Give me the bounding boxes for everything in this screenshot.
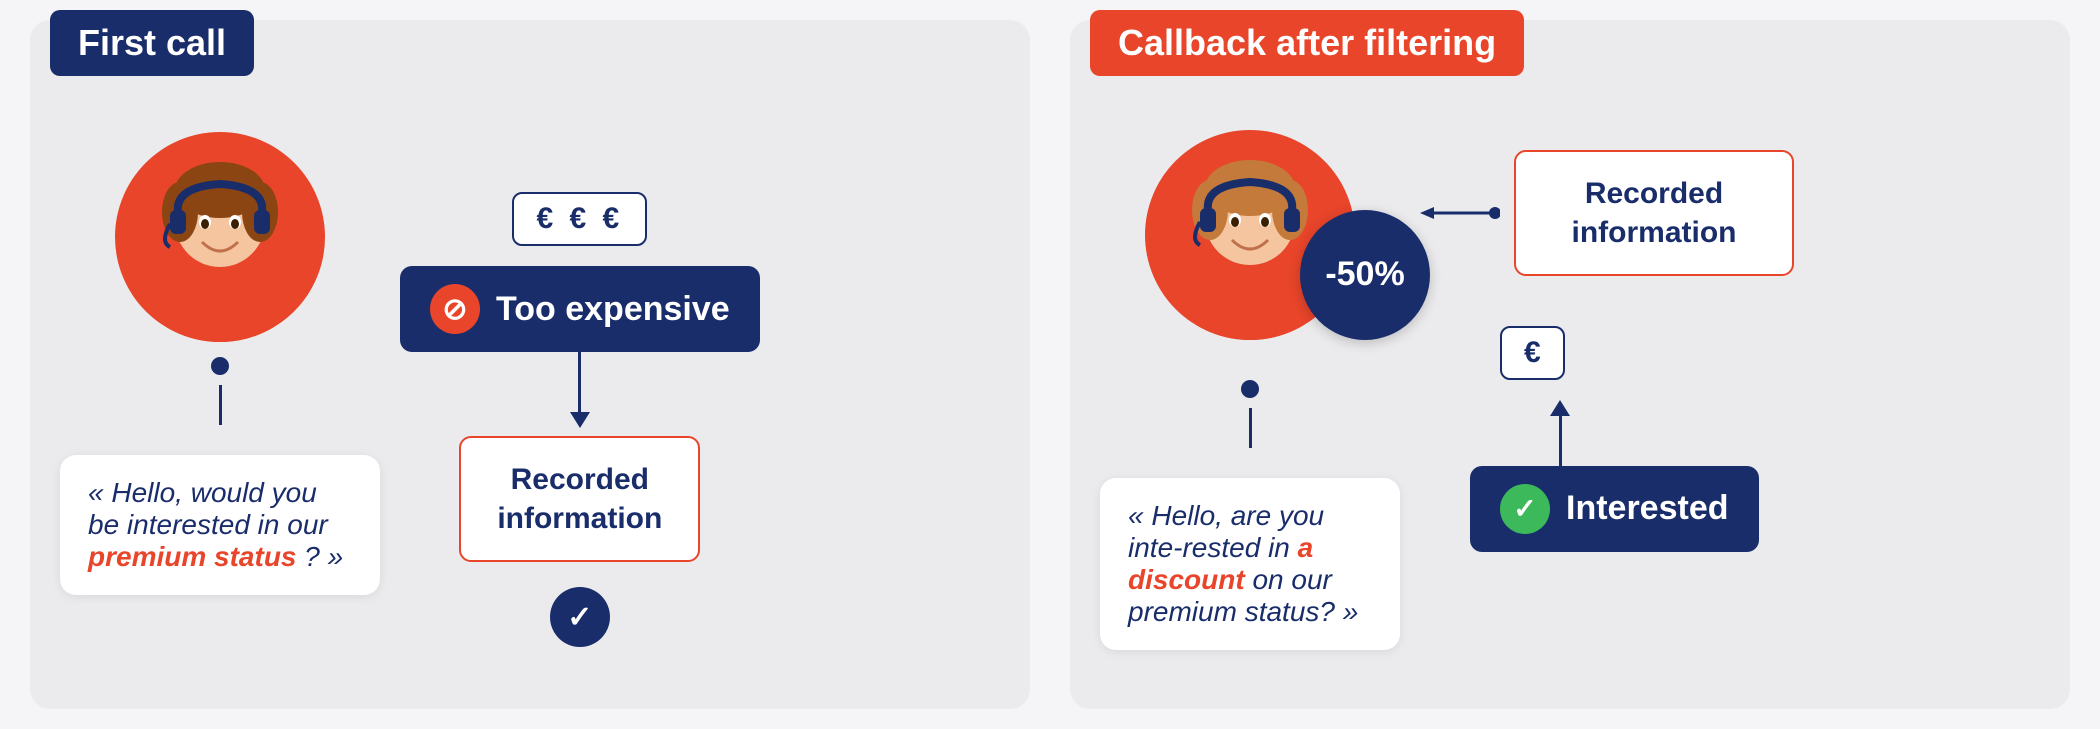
speech-bubble-right: « Hello, are you inte-rested in a discou… xyxy=(1100,478,1400,650)
interested-tag: Interested xyxy=(1470,466,1759,552)
speech-highlight-left: premium status xyxy=(88,541,297,572)
person-illustration xyxy=(120,142,320,342)
recorded-info-box-left: Recordedinformation xyxy=(459,436,700,562)
recorded-info-label-right: Recordedinformation xyxy=(1572,177,1737,249)
dot-left xyxy=(211,357,229,375)
first-call-badge: First call xyxy=(50,10,254,76)
line-down-right xyxy=(1249,408,1252,448)
euro-badge: € € € xyxy=(512,192,647,246)
speech-text-right: « Hello, are you inte-rested in a discou… xyxy=(1128,500,1358,627)
objection-tag: Too expensive xyxy=(400,266,760,352)
callback-panel: Callback after filtering xyxy=(1070,20,2070,709)
result-col: Recordedinformation € Interested xyxy=(1420,150,1794,552)
interested-label: Interested xyxy=(1566,489,1729,528)
dot-right xyxy=(1241,380,1259,398)
recorded-info-label-left: Recordedinformation xyxy=(497,463,662,535)
no-icon xyxy=(430,284,480,334)
line-down-left xyxy=(219,385,222,425)
right-avatar-col: -50% « Hello, are you inte-rested in a d… xyxy=(1100,130,1400,650)
speech-bubble-left: « Hello, would you be interested in our … xyxy=(60,455,380,595)
objection-col: € € € Too expensive Recordedinformation xyxy=(400,192,760,647)
right-panel-inner: -50% « Hello, are you inte-rested in a d… xyxy=(1100,130,2030,650)
avatar-discount-wrap: -50% xyxy=(1145,130,1355,340)
speech-discount-highlight: a discount xyxy=(1128,532,1313,595)
vert-line-right xyxy=(1559,416,1562,466)
recorded-info-row: Recordedinformation xyxy=(1420,150,1794,276)
vert-arrow-right xyxy=(1550,400,1570,466)
arrow-up xyxy=(1550,400,1570,416)
left-avatar-col: « Hello, would you be interested in our … xyxy=(60,132,380,595)
discount-circle: -50% xyxy=(1300,210,1430,340)
recorded-info-box-right: Recordedinformation xyxy=(1514,150,1794,276)
arrow-down xyxy=(570,412,590,428)
euro-single: € xyxy=(1500,326,1565,380)
avatar xyxy=(115,132,325,342)
objection-label: Too expensive xyxy=(496,290,730,329)
first-call-panel: First call xyxy=(30,20,1030,709)
yes-icon xyxy=(1500,484,1550,534)
speech-text-left: « Hello, would you be interested in our … xyxy=(88,477,343,572)
page-container: First call xyxy=(0,0,2100,729)
vert-line-obj xyxy=(578,352,581,412)
callback-badge: Callback after filtering xyxy=(1090,10,1524,76)
check-circle-left xyxy=(550,587,610,647)
arrow-left-svg xyxy=(1420,203,1500,223)
left-panel-inner: « Hello, would you be interested in our … xyxy=(60,132,990,647)
